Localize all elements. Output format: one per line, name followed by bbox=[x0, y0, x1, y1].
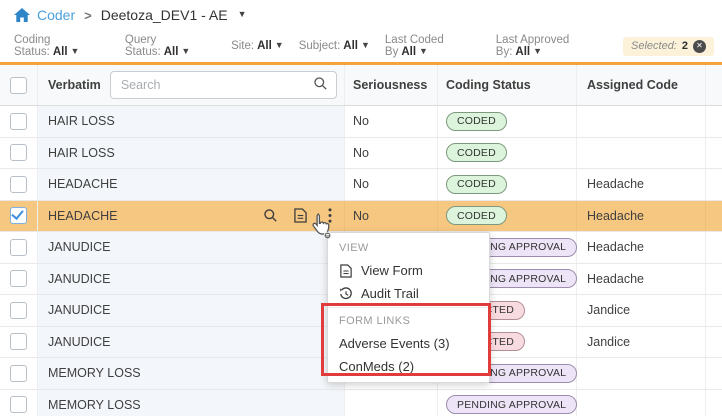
verbatim-cell: JANUDICE bbox=[48, 240, 111, 254]
menu-item-label: Adverse Events (3) bbox=[339, 336, 450, 351]
row-checkbox[interactable] bbox=[10, 333, 27, 350]
assigned-code-cell: Headache bbox=[587, 272, 644, 286]
form-links-group: FORM LINKS Adverse Events (3) ConMeds (2… bbox=[328, 307, 489, 378]
table-row-selected[interactable]: HEADACHE No CODED Headache bbox=[0, 201, 722, 233]
menu-item-adverse-events[interactable]: Adverse Events (3) bbox=[328, 332, 489, 355]
chevron-down-icon[interactable]: ▼ bbox=[238, 9, 247, 19]
column-header-seriousness[interactable]: Seriousness bbox=[353, 78, 427, 92]
menu-item-label: Audit Trail bbox=[361, 286, 419, 301]
verbatim-cell: HEADACHE bbox=[48, 209, 117, 223]
assigned-code-cell: Headache bbox=[587, 240, 644, 254]
table-row[interactable]: HEADACHE No CODED Headache bbox=[0, 169, 722, 201]
status-badge: CODED bbox=[446, 112, 507, 131]
verbatim-cell: JANUDICE bbox=[48, 303, 111, 317]
verbatim-cell: JANUDICE bbox=[48, 335, 111, 349]
menu-section-title: VIEW bbox=[328, 237, 489, 259]
menu-item-label: View Form bbox=[361, 263, 423, 278]
verbatim-cell: MEMORY LOSS bbox=[48, 398, 141, 412]
row-context-menu: VIEW View Form Audit Trail FORM LINKS Ad… bbox=[327, 232, 490, 383]
table-row[interactable]: HAIR LOSS No CODED bbox=[0, 106, 722, 138]
row-checkbox[interactable] bbox=[10, 144, 27, 161]
chevron-down-icon: ▼ bbox=[419, 46, 428, 56]
verbatim-search bbox=[110, 71, 337, 99]
column-header-coding-status[interactable]: Coding Status bbox=[446, 78, 531, 92]
selected-label: Selected: bbox=[631, 40, 677, 52]
menu-item-audit-trail[interactable]: Audit Trail bbox=[328, 282, 489, 305]
filter-bar: Coding Status:All▼ Query Status:All▼ Sit… bbox=[0, 30, 722, 62]
chevron-down-icon: ▼ bbox=[181, 46, 190, 56]
row-checkbox[interactable] bbox=[10, 365, 27, 382]
filter-site[interactable]: Site:All▼ bbox=[231, 40, 284, 52]
verbatim-cell: HAIR LOSS bbox=[48, 114, 115, 128]
seriousness-cell: No bbox=[353, 209, 369, 223]
status-badge: CODED bbox=[446, 206, 507, 225]
history-icon bbox=[339, 287, 353, 301]
form-icon bbox=[339, 264, 353, 278]
filter-last-coded-by[interactable]: Last Coded ByAll▼ bbox=[385, 34, 481, 58]
selected-count-badge: Selected: 2 ✕ bbox=[623, 37, 714, 56]
verbatim-cell: JANUDICE bbox=[48, 272, 111, 286]
table-row[interactable]: HAIR LOSS No CODED bbox=[0, 138, 722, 170]
row-checkbox[interactable] bbox=[10, 270, 27, 287]
kebab-menu-icon[interactable] bbox=[322, 208, 338, 224]
select-all-checkbox[interactable] bbox=[10, 77, 27, 94]
seriousness-cell: No bbox=[353, 114, 369, 128]
chevron-down-icon: ▼ bbox=[71, 46, 80, 56]
row-actions bbox=[262, 208, 338, 224]
row-checkbox[interactable] bbox=[10, 396, 27, 413]
assigned-code-cell: Headache bbox=[587, 209, 644, 223]
menu-item-view-form[interactable]: View Form bbox=[328, 259, 489, 282]
filter-subject[interactable]: Subject:All▼ bbox=[299, 40, 370, 52]
table-row[interactable]: MEMORY LOSS PENDING APPROVAL bbox=[0, 390, 722, 416]
close-circle-icon[interactable]: ✕ bbox=[693, 40, 706, 53]
filter-last-approved-by[interactable]: Last Approved By:All▼ bbox=[496, 34, 608, 58]
verbatim-cell: MEMORY LOSS bbox=[48, 366, 141, 380]
chevron-down-icon: ▼ bbox=[533, 46, 542, 56]
column-header-assigned-code[interactable]: Assigned Code bbox=[587, 78, 678, 92]
breadcrumb-separator: > bbox=[84, 8, 92, 23]
row-checkbox[interactable] bbox=[10, 113, 27, 130]
status-badge: CODED bbox=[446, 175, 507, 194]
seriousness-cell: No bbox=[353, 146, 369, 160]
assigned-code-cell: Jandice bbox=[587, 335, 630, 349]
search-icon[interactable] bbox=[313, 76, 328, 94]
menu-item-label: ConMeds (2) bbox=[339, 359, 414, 374]
row-checkbox[interactable] bbox=[10, 176, 27, 193]
verbatim-cell: HAIR LOSS bbox=[48, 146, 115, 160]
status-badge: PENDING APPROVAL bbox=[446, 395, 577, 414]
home-icon[interactable] bbox=[14, 8, 30, 23]
coder-app-window: Coder > Deetoza_DEV1 - AE ▼ Coding Statu… bbox=[0, 0, 722, 416]
selected-count: 2 bbox=[682, 40, 688, 52]
filter-query-status[interactable]: Query Status:All▼ bbox=[125, 34, 216, 58]
menu-section-title: FORM LINKS bbox=[328, 310, 489, 332]
assigned-code-cell: Jandice bbox=[587, 303, 630, 317]
chevron-down-icon: ▼ bbox=[275, 40, 284, 50]
row-checkbox-checked[interactable] bbox=[10, 207, 27, 224]
breadcrumb-app-link[interactable]: Coder bbox=[37, 7, 75, 23]
row-checkbox[interactable] bbox=[10, 302, 27, 319]
search-input[interactable] bbox=[119, 77, 313, 93]
form-icon[interactable] bbox=[292, 208, 308, 224]
search-icon[interactable] bbox=[262, 208, 278, 224]
row-checkbox[interactable] bbox=[10, 239, 27, 256]
column-header-verbatim[interactable]: Verbatim bbox=[48, 78, 101, 92]
table-header-row: Verbatim Seriousness Coding Status Assig… bbox=[0, 65, 722, 106]
breadcrumb-context-selector[interactable]: Deetoza_DEV1 - AE bbox=[101, 7, 228, 23]
verbatim-cell: HEADACHE bbox=[48, 177, 117, 191]
menu-item-conmeds[interactable]: ConMeds (2) bbox=[328, 355, 489, 378]
filter-coding-status[interactable]: Coding Status:All▼ bbox=[14, 34, 110, 58]
breadcrumb: Coder > Deetoza_DEV1 - AE ▼ bbox=[0, 0, 722, 30]
seriousness-cell: No bbox=[353, 177, 369, 191]
assigned-code-cell: Headache bbox=[587, 177, 644, 191]
chevron-down-icon: ▼ bbox=[361, 40, 370, 50]
status-badge: CODED bbox=[446, 143, 507, 162]
